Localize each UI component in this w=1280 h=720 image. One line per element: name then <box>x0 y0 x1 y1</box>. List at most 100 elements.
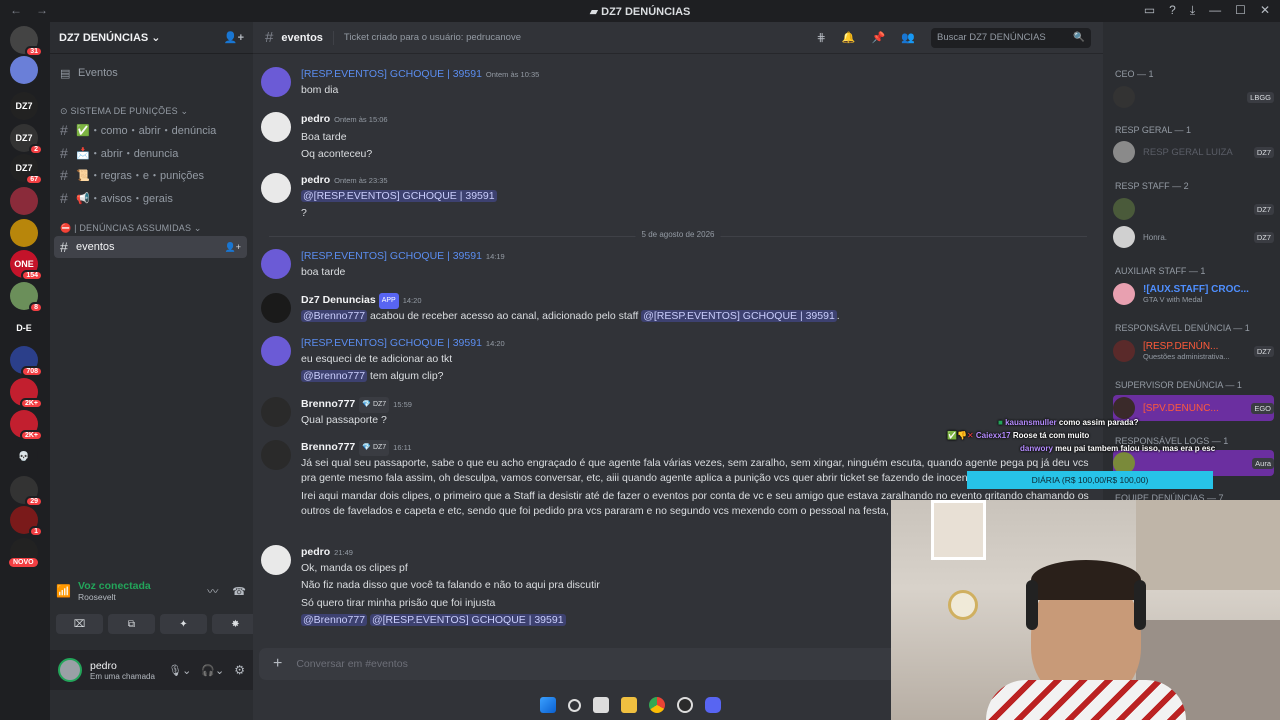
message-author[interactable]: Dz7 Denuncias <box>301 294 376 306</box>
message-author[interactable]: Brenno777 <box>301 398 355 410</box>
camera-off-button[interactable]: ⌧ <box>56 614 103 634</box>
maximize-icon[interactable]: ☐ <box>1235 3 1246 18</box>
server-icon[interactable]: DZ7 67 <box>10 154 43 185</box>
channel-avisos[interactable]: # 📢 ・avisos・gerais <box>54 187 247 209</box>
headphones-icon[interactable]: 🎧⌄ <box>201 664 224 677</box>
category-denuncias-assumidas[interactable]: ⛔ | DENÚNCIAS ASSUMIDAS ⌄ <box>60 223 202 234</box>
search-icon[interactable] <box>568 698 581 712</box>
windows-start-icon[interactable] <box>540 697 556 713</box>
bell-icon[interactable]: 🔔 <box>842 31 856 44</box>
member-row[interactable]: DZ7 <box>1113 196 1274 222</box>
screen-share-button[interactable]: ⧉ <box>108 614 155 634</box>
server-icon[interactable]: ONE 154 <box>10 250 43 281</box>
add-user-icon[interactable]: 👤+ <box>224 31 244 44</box>
disconnect-icon[interactable]: ☎ <box>232 585 246 598</box>
help-icon[interactable]: ? <box>1169 3 1176 18</box>
plus-icon[interactable]: + <box>273 655 282 673</box>
task-view-icon[interactable] <box>593 697 609 713</box>
role-tag: DZ7 <box>1253 203 1274 215</box>
message-author[interactable]: [RESP.EVENTOS] GCHOQUE | 39591 <box>301 68 482 80</box>
threads-icon[interactable]: ⋕ <box>817 31 826 44</box>
avatar[interactable] <box>261 440 291 470</box>
channel-regras[interactable]: # 📜 ・regras・e・punições <box>54 164 247 186</box>
channel-abrir-denuncia[interactable]: # 📩 ・abrir・denuncia <box>54 142 247 164</box>
chrome-icon[interactable] <box>649 697 665 713</box>
server-icon[interactable]: 29 <box>10 476 43 507</box>
pin-icon[interactable]: 📌 <box>872 31 886 44</box>
server-icon[interactable]: DZ7 2 <box>10 124 43 155</box>
avatar[interactable] <box>261 249 291 279</box>
message-author[interactable]: [RESP.EVENTOS] GCHOQUE | 39591 <box>301 337 482 349</box>
gear-icon[interactable]: ⚙ <box>234 663 245 677</box>
close-icon[interactable]: ✕ <box>1260 3 1270 18</box>
download-icon[interactable]: ⤓ <box>1190 3 1195 18</box>
inbox-icon[interactable]: ▭ <box>1144 3 1155 18</box>
avatar[interactable] <box>261 67 291 97</box>
member-row[interactable]: RESP GERAL LUIZA DZ7 <box>1113 139 1274 165</box>
category-sistema[interactable]: ⊙ SISTEMA DE PUNIÇÕES ⌄ <box>60 106 188 117</box>
server-icon[interactable]: D-E <box>10 314 38 342</box>
server-icon[interactable]: 31 <box>10 26 43 57</box>
obs-icon[interactable] <box>677 697 693 713</box>
user-mention[interactable]: @Brenno777 <box>301 370 368 382</box>
stream-chat-line: danwory meu pai tambem falou isso, mas e… <box>1020 444 1216 453</box>
user-mention[interactable]: @[RESP.EVENTOS] GCHOQUE | 39591 <box>301 189 497 202</box>
server-icon[interactable] <box>10 56 38 84</box>
member-row[interactable]: ![AUX.STAFF] CROC... GTA V with Medal <box>1113 281 1274 307</box>
members-icon[interactable]: 👥 <box>901 31 915 44</box>
message-text: acabou de receber acesso ao canal, adici… <box>367 309 642 322</box>
new-badge: NOVO <box>9 558 38 567</box>
message-author[interactable]: pedro <box>301 174 330 186</box>
search-input[interactable]: Buscar DZ7 DENÚNCIAS 🔍 <box>931 27 1091 48</box>
avatar[interactable] <box>261 112 291 142</box>
server-icon[interactable]: DZ7 <box>10 92 38 120</box>
avatar[interactable] <box>261 397 291 427</box>
user-mention[interactable]: @Brenno777 <box>301 614 368 626</box>
avatar[interactable] <box>261 173 291 203</box>
user-mention[interactable]: @[RESP.EVENTOS] GCHOQUE | 39591 <box>641 309 837 322</box>
discord-icon[interactable] <box>705 697 721 713</box>
channel-topic[interactable]: Ticket criado para o usuário: pedrucanov… <box>344 32 521 43</box>
wall-posters <box>1136 500 1280 590</box>
voice-channel-name[interactable]: Roosevelt <box>78 592 151 602</box>
role-tag: LBGG <box>1247 91 1274 103</box>
avatar <box>1113 283 1135 305</box>
user-mention[interactable]: @[RESP.EVENTOS] GCHOQUE | 39591 <box>369 614 566 626</box>
server-icon[interactable]: 8 <box>10 282 43 313</box>
microphone-icon[interactable]: 🎙⌄ <box>168 664 191 677</box>
channel-eventos-active[interactable]: # eventos 👤+ <box>54 236 247 258</box>
channel-como-abrir[interactable]: # ✅ ・como・abrir・denúncia <box>54 119 247 141</box>
avatar[interactable] <box>261 336 291 366</box>
member-row[interactable]: [RESP.DENÚN... Questões administrativa...… <box>1113 338 1274 364</box>
noise-suppression-icon[interactable]: 〰 <box>207 583 218 599</box>
server-header[interactable]: DZ7 DENÚNCIAS ⌄ 👤+ <box>50 22 253 54</box>
server-icon[interactable]: 2K+ <box>10 410 43 441</box>
message-author[interactable]: pedro <box>301 546 330 558</box>
activities-button[interactable]: ✦ <box>160 614 207 634</box>
message-author[interactable]: pedro <box>301 113 330 125</box>
minimize-icon[interactable]: — <box>1209 3 1221 18</box>
user-mention[interactable]: @Brenno777 <box>301 309 368 322</box>
server-icon[interactable]: 💀 <box>10 442 38 470</box>
message-text: tem algum clip? <box>367 370 444 382</box>
sidebar-item-eventos[interactable]: ▤ Eventos <box>54 62 247 84</box>
avatar[interactable] <box>261 545 291 575</box>
unread-badge: 2K+ <box>19 430 43 441</box>
avatar[interactable] <box>261 293 291 323</box>
message-time: 14:20 <box>402 296 422 305</box>
member-row[interactable]: LBGG <box>1113 84 1274 110</box>
message-author[interactable]: Brenno777 <box>301 441 355 453</box>
add-member-icon[interactable]: 👤+ <box>225 242 241 253</box>
server-icon[interactable]: 708 <box>10 346 43 377</box>
avatar[interactable] <box>58 658 82 682</box>
server-icon[interactable] <box>10 219 38 247</box>
server-icon[interactable]: 2K+ <box>10 378 43 409</box>
file-explorer-icon[interactable] <box>621 697 637 713</box>
unread-badge: 1 <box>29 526 43 537</box>
soundboard-button[interactable]: ✸ <box>212 614 259 634</box>
message-author[interactable]: [RESP.EVENTOS] GCHOQUE | 39591 <box>301 250 482 262</box>
server-icon[interactable] <box>10 187 38 215</box>
member-row[interactable]: Honra. DZ7 <box>1113 224 1274 250</box>
server-icon[interactable]: 1 <box>10 506 43 537</box>
date-divider: 5 de agosto de 2026 <box>269 230 1087 239</box>
